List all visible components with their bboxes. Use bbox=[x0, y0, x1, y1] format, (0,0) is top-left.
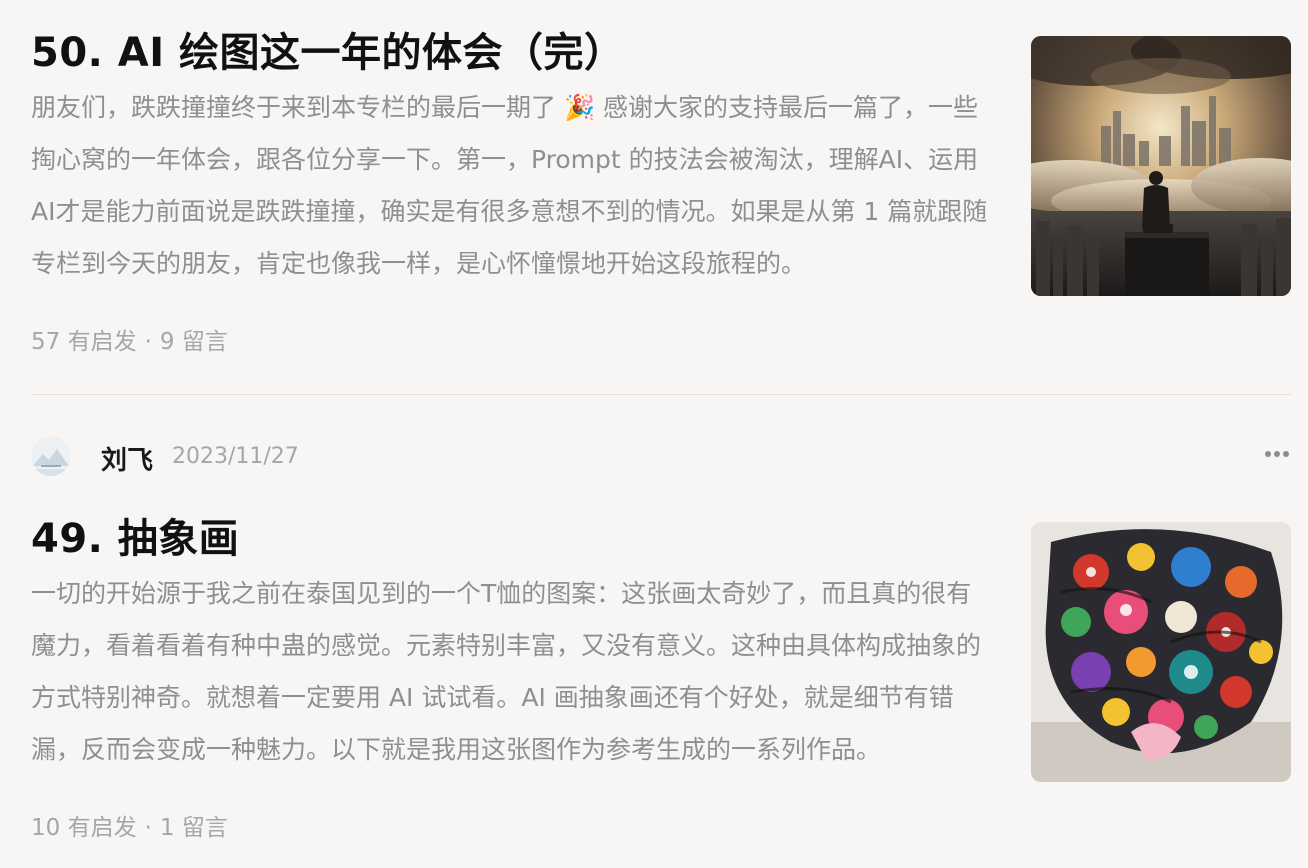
inspired-count: 57 有启发 bbox=[31, 329, 137, 355]
author-row: 刘飞 2023/11/27 bbox=[31, 430, 1291, 486]
article-stats: 57 有启发 · 9 留言 bbox=[31, 322, 228, 356]
article-title[interactable]: 49. 抽象画 bbox=[31, 506, 239, 564]
article-feed: 50. AI 绘图这一年的体会（完） 朋友们，跌跌撞撞终于来到本专栏的最后一期了… bbox=[0, 0, 1308, 868]
stats-separator: · bbox=[144, 815, 152, 841]
article-thumbnail[interactable] bbox=[1031, 522, 1291, 782]
article-thumbnail[interactable] bbox=[1031, 36, 1291, 296]
comment-count: 1 留言 bbox=[159, 815, 228, 841]
more-dots-icon bbox=[1265, 451, 1289, 457]
article-excerpt: 一切的开始源于我之前在泰国见到的一个T恤的图案：这张画太奇妙了，而且真的很有魔力… bbox=[31, 579, 982, 764]
article-divider bbox=[31, 394, 1291, 395]
post-date: 2023/11/27 bbox=[172, 444, 299, 469]
article-stats: 10 有启发 · 1 留言 bbox=[31, 808, 228, 842]
city-clouds-image bbox=[1031, 36, 1291, 296]
author-name[interactable]: 刘飞 bbox=[101, 440, 153, 477]
more-options-button[interactable] bbox=[1263, 440, 1291, 468]
inspired-count: 10 有启发 bbox=[31, 815, 137, 841]
author-avatar[interactable] bbox=[31, 436, 71, 476]
abstract-collage-image bbox=[1031, 522, 1291, 782]
article-excerpt: 朋友们，跌跌撞撞终于来到本专栏的最后一期了 🎉 感谢大家的支持最后一篇了，一些掏… bbox=[31, 93, 988, 278]
article-title[interactable]: 50. AI 绘图这一年的体会（完） bbox=[31, 20, 625, 78]
stats-separator: · bbox=[144, 329, 152, 355]
mountain-avatar-icon bbox=[31, 436, 71, 476]
comment-count: 9 留言 bbox=[159, 329, 228, 355]
